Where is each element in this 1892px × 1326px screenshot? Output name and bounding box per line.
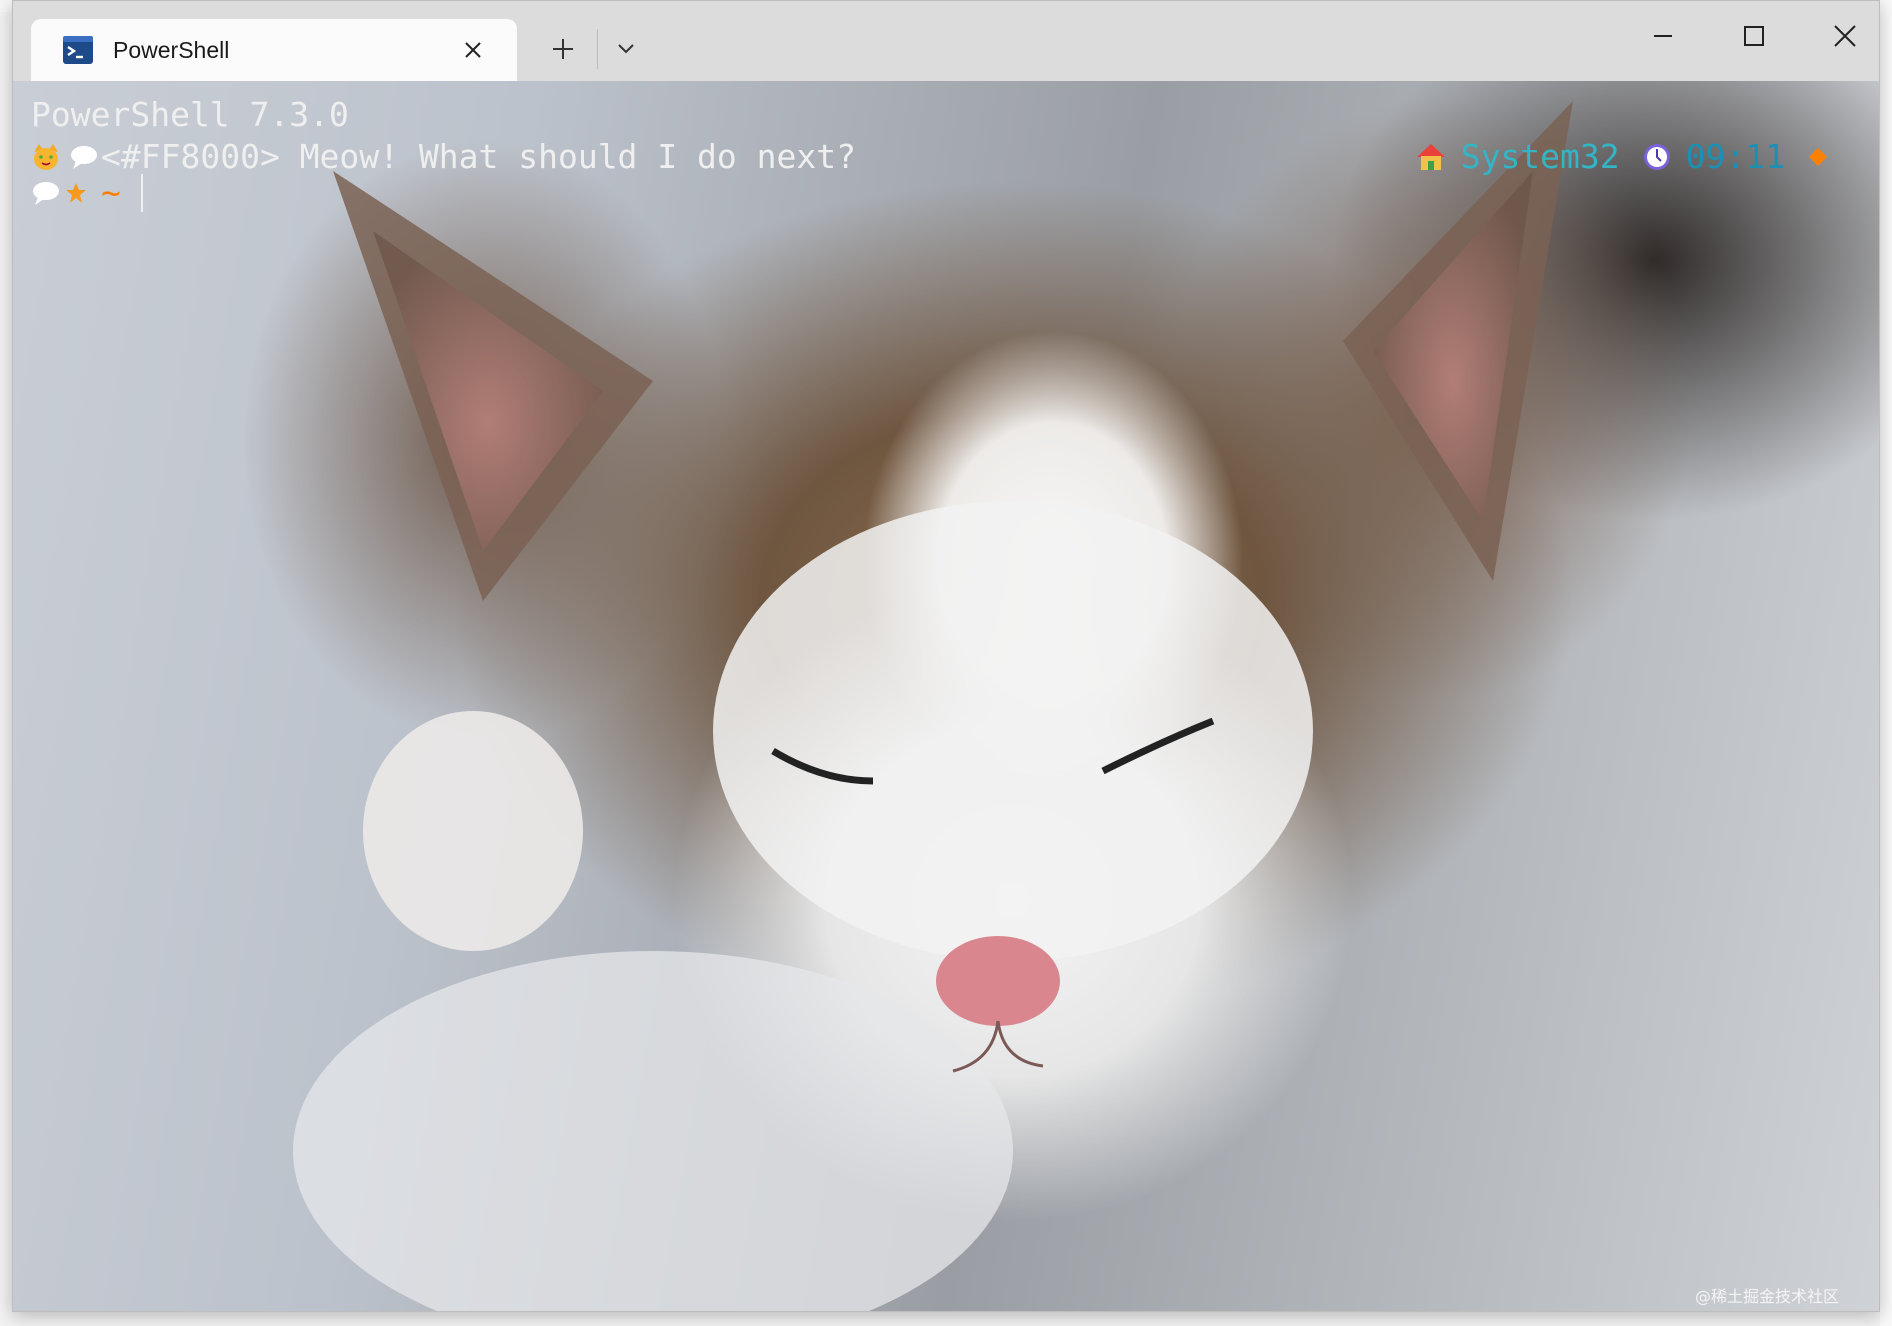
star-icon (66, 183, 86, 203)
plus-icon (553, 39, 573, 59)
prompt-line-2[interactable]: ~ (31, 173, 143, 213)
terminal-window: PowerShell PowerShell 7.3.0 <#FF8000> Me… (12, 0, 1880, 1312)
close-icon (1834, 25, 1856, 47)
close-icon (465, 42, 481, 58)
prompt-symbol: ~ (101, 173, 121, 212)
current-folder: System32 (1460, 137, 1620, 176)
minimize-icon (1654, 35, 1672, 37)
close-window-button[interactable] (1810, 11, 1879, 61)
right-prompt: System32 09:11 (1415, 137, 1829, 177)
tab-close-button[interactable] (455, 32, 491, 68)
powershell-icon (63, 36, 93, 64)
version-banner: PowerShell 7.3.0 (31, 95, 349, 134)
cat-face-icon (34, 144, 58, 170)
speech-bubble-icon (33, 182, 59, 205)
profile-dropdown-button[interactable] (603, 29, 649, 69)
maximize-icon (1744, 26, 1764, 46)
cat-background-image (293, 101, 1573, 1311)
terminal-pane[interactable]: PowerShell 7.3.0 <#FF8000> Meow! What sh… (13, 81, 1879, 1311)
house-icon (1416, 144, 1445, 170)
new-tab-button[interactable] (537, 29, 589, 69)
background-app-edge (1880, 0, 1892, 1326)
text-cursor (140, 174, 143, 212)
watermark: @稀土掘金技术社区 (1694, 1287, 1839, 1306)
diamond-icon (1809, 148, 1827, 166)
minimize-button[interactable] (1628, 11, 1698, 61)
tab-title: PowerShell (113, 36, 230, 63)
prompt-line-1: <#FF8000> Meow! What should I do next? (31, 137, 856, 177)
title-bar[interactable]: PowerShell (13, 1, 1879, 81)
prompt-message: <#FF8000> Meow! What should I do next? (101, 137, 856, 176)
clock-icon (1643, 144, 1670, 170)
speech-bubble-icon (71, 146, 97, 169)
maximize-button[interactable] (1719, 11, 1789, 61)
chevron-down-icon (618, 44, 634, 54)
tab-separator (597, 29, 598, 69)
current-time: 09:11 (1685, 137, 1785, 176)
tab-powershell[interactable]: PowerShell (31, 19, 517, 81)
